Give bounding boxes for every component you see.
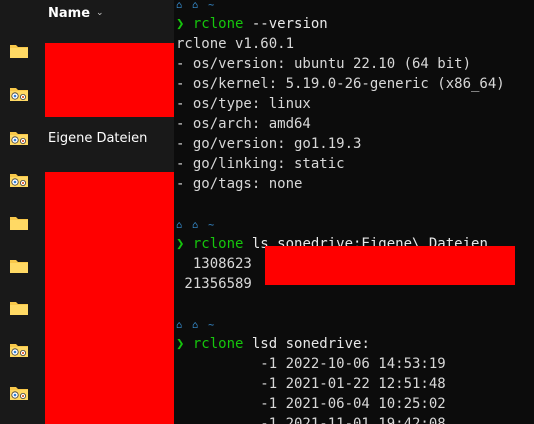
redaction-box (45, 43, 174, 117)
output-line: - os/arch: amd64 (176, 116, 311, 132)
redaction-box (45, 172, 174, 424)
output-line: 21356589 (176, 276, 252, 292)
output-line: - go/version: go1.19.3 (176, 136, 362, 152)
command-name: rclone (192, 336, 244, 352)
command-args: lsd sonedrive: (243, 336, 370, 352)
redaction-box (265, 246, 515, 285)
output-line: -1 2022-10-06 14:53:19 (176, 356, 446, 372)
prompt-header: ⌂ ⌂ ~ (176, 0, 216, 14)
output-line: rclone v1.60.1 (176, 36, 295, 52)
list-item[interactable]: Eigene Dateien (0, 126, 174, 152)
output-line: - os/type: linux (176, 96, 311, 112)
command-line: ❯ rclone --version (176, 14, 328, 34)
output-line: - os/version: ubuntu 22.10 (64 bit) (176, 56, 472, 72)
output-line: -1 2021-11-01 19:42:08 (176, 416, 446, 424)
folder-icon (9, 43, 29, 59)
column-header-name[interactable]: Name ⌄ (48, 4, 104, 22)
command-line: ❯ rclone lsd sonedrive: (176, 334, 370, 354)
shared-folder-icon (9, 172, 29, 188)
prompt-status-icons: ⌂ ⌂ ~ (176, 320, 217, 331)
prompt-header: ⌂ ⌂ ~ (176, 314, 216, 334)
screen: Name ⌄ Eigene Dateien -1 2021-11-01 19:4… (0, 0, 534, 424)
column-header-label: Name (48, 5, 91, 21)
folder-icon (9, 215, 29, 231)
output-line: -1 2021-06-04 10:25:02 (176, 396, 446, 412)
command-args: --version (243, 16, 328, 32)
shared-folder-icon (9, 385, 29, 401)
list-item-label: Eigene Dateien (48, 131, 148, 146)
file-explorer-pane: Name ⌄ Eigene Dateien (0, 0, 174, 424)
folder-icon (9, 258, 29, 274)
shared-folder-icon (9, 86, 29, 102)
output-line: - os/kernel: 5.19.0-26-generic (x86_64) (176, 76, 505, 92)
prompt-header: ⌂ ⌂ ~ (176, 214, 216, 234)
output-line: - go/linking: static (176, 156, 345, 172)
shared-folder-icon (9, 342, 29, 358)
prompt-arrow-icon: ❯ (176, 16, 193, 32)
prompt-arrow-icon: ❯ (176, 336, 193, 352)
shared-folder-icon (9, 130, 29, 146)
folder-icon (9, 300, 29, 316)
output-line: - go/tags: none (176, 176, 303, 192)
output-line: -1 2021-01-22 12:51:48 (176, 376, 446, 392)
chevron-down-icon: ⌄ (96, 8, 104, 18)
command-name: rclone (192, 16, 244, 32)
output-line: 1308623 (176, 256, 252, 272)
prompt-arrow-icon: ❯ (176, 236, 193, 252)
terminal-pane[interactable]: -1 2021-11-01 19:42:08 -1 2021-06-04 10:… (174, 0, 534, 424)
prompt-status-icons: ⌂ ⌂ ~ (176, 220, 217, 231)
command-name: rclone (192, 236, 244, 252)
prompt-status-icons: ⌂ ⌂ ~ (176, 0, 217, 11)
